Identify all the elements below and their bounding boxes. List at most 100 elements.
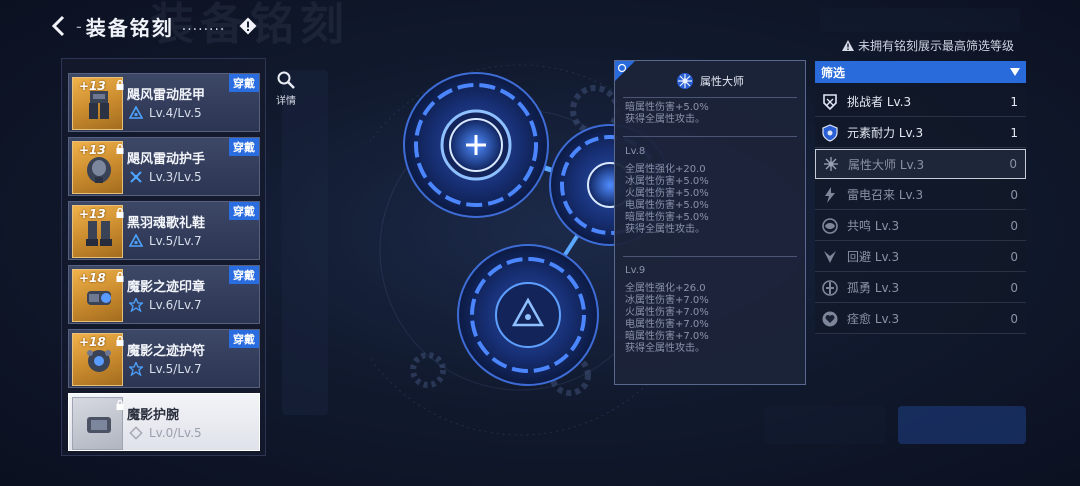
star-rune-icon: [129, 298, 143, 312]
enhance-level: +18: [79, 271, 106, 285]
equipment-item-seal[interactable]: +18 穿戴 魔影之迹印章 Lv.6/Lv.7: [68, 265, 260, 324]
filter-notice: 未拥有铭刻展示最高筛选等级: [842, 37, 1014, 54]
detail-button[interactable]: 详情: [272, 70, 300, 107]
lock-icon: [116, 208, 124, 218]
back-button[interactable]: [46, 11, 72, 41]
equipment-name: 飓风雷动胫甲: [127, 88, 206, 103]
equipped-badge: 穿戴: [229, 138, 259, 156]
filter-item-lone-brave[interactable]: 孤勇 Lv.3 0: [815, 273, 1026, 303]
tooltip-line: 电属性伤害+7.0%: [625, 319, 709, 330]
equipment-thumbnail: +13: [72, 77, 124, 130]
gear-bottom: [457, 244, 599, 386]
lock-icon: [116, 400, 124, 410]
filter-item-name: 孤勇 Lv.3: [847, 281, 900, 295]
tooltip-section-lv8: Lv.8 全属性强化+20.0 冰属性伤害+5.0% 火属性伤害+5.0% 电属…: [625, 146, 801, 236]
filter-item-resonance[interactable]: 共鸣 Lv.3 0: [815, 211, 1026, 241]
filter-item-challenger[interactable]: 挑战者 Lv.3 1: [815, 87, 1026, 117]
enhance-level: +13: [79, 79, 106, 93]
effect-tooltip: 属性大师 暗属性伤害+5.0% 获得全属性攻击。 Lv.8 全属性强化+20.0…: [614, 60, 806, 385]
filter-item-name: 雷电召来 Lv.3: [847, 188, 924, 202]
gauntlet-icon: [87, 157, 111, 183]
equipment-list: +13 穿戴 飓风雷动胫甲 Lv.4/Lv.5 +13 穿戴 飓风雷动护手 Lv…: [61, 58, 266, 456]
equipment-item-leg-armor[interactable]: +13 穿戴 飓风雷动胫甲 Lv.4/Lv.5: [68, 73, 260, 132]
filter-item-count: 1: [1010, 94, 1018, 109]
filter-item-count: 0: [1010, 249, 1018, 264]
triangle-rune-icon: [129, 106, 143, 119]
leg-armor-icon: [89, 91, 109, 119]
equipment-item-gauntlet[interactable]: +13 穿戴 飓风雷动护手 Lv.3/Lv.5: [68, 137, 260, 196]
tooltip-line: 冰属性伤害+5.0%: [625, 176, 709, 187]
diamond-rune-icon: [129, 426, 143, 440]
equipment-thumbnail: +18: [72, 269, 124, 322]
equipment-name: 黑羽魂歌礼鞋: [127, 216, 206, 231]
divider: [623, 256, 797, 257]
enhance-level: +18: [79, 335, 106, 349]
tooltip-line: 火属性伤害+7.0%: [625, 307, 709, 318]
tooltip-line: 电属性伤害+5.0%: [625, 200, 709, 211]
equipment-level: Lv.5/Lv.7: [149, 234, 202, 248]
info-icon[interactable]: [239, 17, 257, 35]
equipment-item-bracer[interactable]: 魔影护腕 Lv.0/Lv.5: [68, 393, 260, 451]
filter-item-thunder-summon[interactable]: 雷电召来 Lv.3 0: [815, 180, 1026, 210]
filter-item-name: 共鸣 Lv.3: [847, 219, 900, 233]
filter-item-attribute-master[interactable]: 属性大师 Lv.3 0: [815, 149, 1026, 179]
filter-list: 挑战者 Lv.3 1 元素耐力 Lv.3 1 属性大师 Lv.3 0 雷电召来 …: [815, 87, 1026, 335]
equipment-item-amulet[interactable]: +18 穿戴 魔影之迹护符 Lv.5/Lv.7: [68, 329, 260, 388]
background-button: [898, 406, 1026, 444]
equipment-name: 飓风雷动护手: [127, 152, 206, 167]
shield-icon: [822, 123, 838, 142]
lone-brave-icon: [822, 279, 838, 296]
seal-icon: [87, 291, 111, 305]
warning-icon: [842, 40, 854, 51]
gear-top-left: [403, 72, 549, 218]
tooltip-line: 获得全属性攻击。: [625, 343, 705, 354]
header: - 装备铭刻 ........: [46, 8, 257, 44]
tooltip-section-current: 暗属性伤害+5.0% 获得全属性攻击。: [625, 102, 801, 126]
back-arrow-icon: [51, 15, 65, 37]
tooltip-line: 暗属性伤害+5.0%: [625, 102, 709, 113]
equipment-level: Lv.0/Lv.5: [149, 426, 202, 440]
lock-icon: [116, 336, 124, 346]
equipment-item-shoes[interactable]: +13 穿戴 黑羽魂歌礼鞋 Lv.5/Lv.7: [68, 201, 260, 260]
attribute-master-icon: [677, 73, 693, 89]
enhance-level: +13: [79, 143, 106, 157]
tooltip-level-heading: Lv.8: [625, 146, 646, 157]
resonance-icon: [822, 217, 838, 234]
divider: [623, 97, 797, 98]
filter-item-evade[interactable]: 回避 Lv.3 0: [815, 242, 1026, 272]
tooltip-title: 属性大师: [700, 75, 744, 88]
detail-label: 详情: [276, 96, 296, 107]
filter-item-count: 0: [1010, 218, 1018, 233]
filter-item-count: 0: [1010, 311, 1018, 326]
filter-item-count: 0: [1010, 280, 1018, 295]
star-rune-icon: [129, 362, 143, 376]
filter-dropdown[interactable]: 筛选: [815, 61, 1026, 83]
equipment-thumbnail: +18: [72, 333, 124, 386]
enhance-level: +13: [79, 207, 106, 221]
tooltip-line: 暗属性伤害+7.0%: [625, 331, 709, 342]
filter-item-name: 挑战者 Lv.3: [847, 95, 912, 109]
tooltip-line: 暗属性伤害+5.0%: [625, 212, 709, 223]
filter-item-elemental-endurance[interactable]: 元素耐力 Lv.3 1: [815, 118, 1026, 148]
filter-item-heal[interactable]: 痊愈 Lv.3 0: [815, 304, 1026, 334]
equipment-name: 魔影之迹护符: [127, 344, 206, 359]
title-separator: -: [76, 16, 82, 36]
equipped-badge: 穿戴: [229, 330, 259, 348]
background-panel: [820, 8, 1020, 32]
magnifier-icon: [277, 71, 295, 89]
challenger-icon: [823, 93, 837, 110]
chevron-down-icon: [1010, 68, 1020, 76]
tooltip-line: 火属性伤害+5.0%: [625, 188, 709, 199]
equipment-name: 魔影护腕: [127, 408, 180, 423]
tooltip-section-lv9: Lv.9 全属性强化+26.0 冰属性伤害+7.0% 火属性伤害+7.0% 电属…: [625, 265, 801, 355]
equipment-level: Lv.5/Lv.7: [149, 362, 202, 376]
equipment-level: Lv.6/Lv.7: [149, 298, 202, 312]
filter-item-count: 0: [1010, 187, 1018, 202]
background-button: [764, 406, 886, 444]
equipment-thumbnail: +13: [72, 205, 124, 258]
filter-item-name: 痊愈 Lv.3: [847, 312, 900, 326]
amulet-icon: [87, 350, 111, 372]
equipped-badge: 穿戴: [229, 74, 259, 92]
lock-icon: [116, 272, 124, 282]
attribute-master-icon: [824, 157, 838, 171]
